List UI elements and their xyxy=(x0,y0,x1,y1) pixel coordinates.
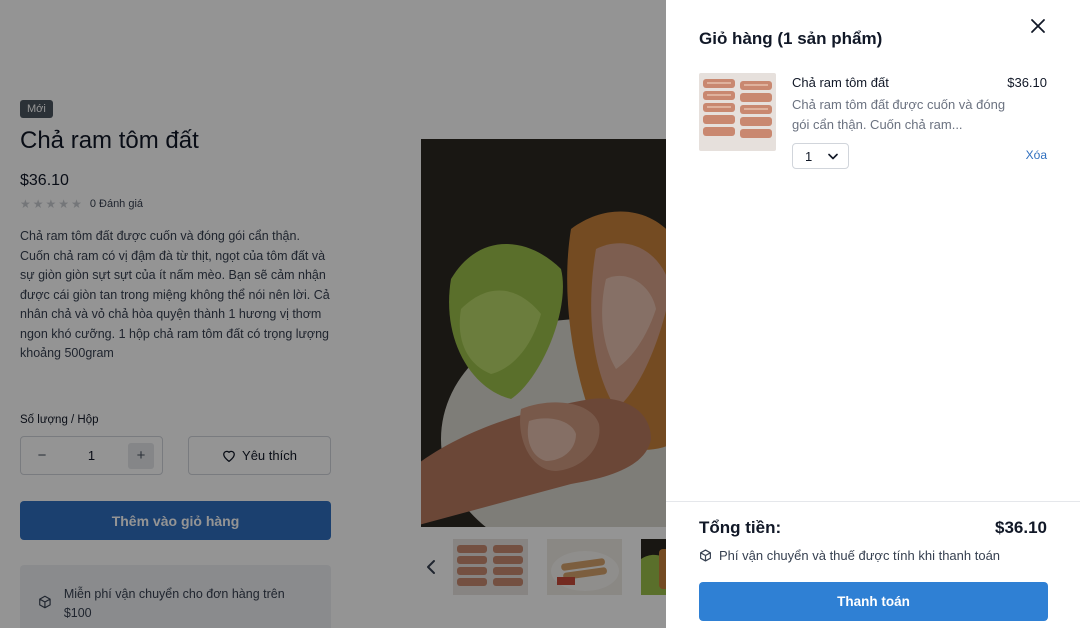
cart-item-price: $36.10 xyxy=(1007,75,1047,90)
cart-title: Giỏ hàng (1 sản phẩm) xyxy=(699,29,883,48)
cart-item-image[interactable] xyxy=(699,73,776,151)
tax-note-text: Phí vận chuyển và thuế được tính khi tha… xyxy=(719,548,1001,563)
total-value: $36.10 xyxy=(995,518,1047,537)
cart-drawer: Giỏ hàng (1 sản phẩm) Chả ram tôm đất $3… xyxy=(666,0,1080,628)
cart-item-remove-link[interactable]: Xóa xyxy=(1026,148,1047,162)
cart-item-description: Chả ram tôm đất được cuốn và đóng gói cẩ… xyxy=(792,97,1006,132)
chevron-down-icon xyxy=(828,153,838,159)
tax-note: Phí vận chuyển và thuế được tính khi tha… xyxy=(699,548,1000,563)
checkout-button[interactable]: Thanh toán xyxy=(699,582,1048,621)
cart-item-name[interactable]: Chả ram tôm đất xyxy=(792,75,889,90)
box-icon xyxy=(700,549,711,562)
close-icon[interactable] xyxy=(1026,14,1050,38)
total-label: Tổng tiền: xyxy=(699,518,782,537)
cart-footer: Tổng tiền: $36.10 Phí vận chuyển và thuế… xyxy=(666,501,1080,628)
cart-item-quantity-value: 1 xyxy=(805,148,813,164)
cart-item-quantity-select[interactable]: 1 xyxy=(792,143,849,169)
